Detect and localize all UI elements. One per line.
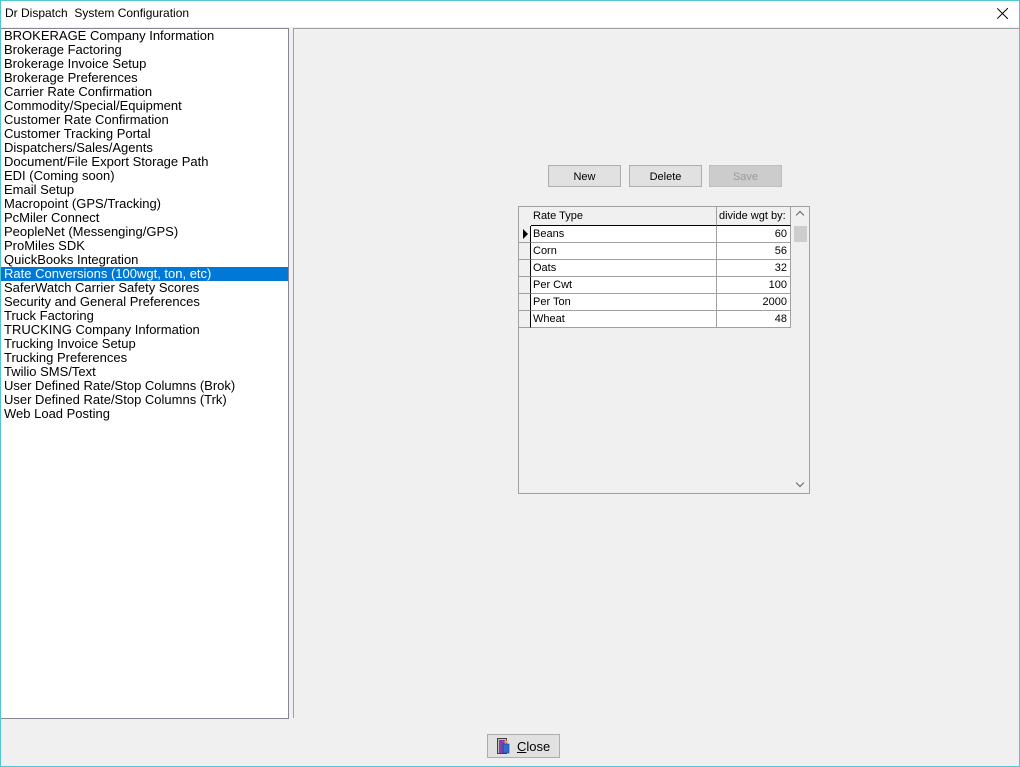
close-button-label: Close (517, 739, 551, 754)
sidebar-item[interactable]: QuickBooks Integration (1, 253, 288, 267)
sidebar-item[interactable]: User Defined Rate/Stop Columns (Trk) (1, 393, 288, 407)
cell-divisor[interactable]: 56 (717, 243, 791, 260)
grid-row[interactable]: Oats 32 (519, 260, 791, 277)
sidebar-item[interactable]: Trucking Invoice Setup (1, 337, 288, 351)
sidebar-item[interactable]: PeopleNet (Messenging/GPS) (1, 225, 288, 239)
cell-divisor[interactable]: 100 (717, 277, 791, 294)
exit-door-icon (497, 738, 510, 754)
sidebar-item[interactable]: TRUCKING Company Information (1, 323, 288, 337)
sidebar-item[interactable]: Brokerage Invoice Setup (1, 57, 288, 71)
cell-divisor[interactable]: 60 (717, 226, 791, 243)
sidebar-item[interactable]: BROKERAGE Company Information (1, 29, 288, 43)
row-selector[interactable] (519, 311, 531, 328)
sidebar-item[interactable]: Web Load Posting (1, 407, 288, 421)
grid-row[interactable]: Beans 60 (519, 226, 791, 243)
sidebar-item[interactable]: EDI (Coming soon) (1, 169, 288, 183)
scroll-up-icon[interactable] (792, 207, 809, 224)
grid-row[interactable]: Per Cwt 100 (519, 277, 791, 294)
scroll-down-icon[interactable] (792, 476, 809, 493)
cell-divisor[interactable]: 32 (717, 260, 791, 277)
sidebar-item[interactable]: Email Setup (1, 183, 288, 197)
window-title: Dr Dispatch System Configuration (5, 6, 190, 20)
grid-vertical-scrollbar[interactable] (792, 207, 809, 493)
sidebar-item[interactable]: Truck Factoring (1, 309, 288, 323)
sidebar-item[interactable]: Brokerage Preferences (1, 71, 288, 85)
delete-button[interactable]: Delete (629, 165, 702, 187)
scroll-thumb[interactable] (794, 226, 807, 242)
row-selector[interactable] (519, 277, 531, 294)
cell-rate-type[interactable]: Per Cwt (531, 277, 717, 294)
row-selector[interactable] (519, 294, 531, 311)
cell-rate-type[interactable]: Wheat (531, 311, 717, 328)
config-window: Dr Dispatch System Configuration BROKERA… (0, 0, 1020, 767)
rate-conversion-grid[interactable]: Rate Type divide wgt by: Beans 60 Corn 56 Oa… (518, 206, 810, 494)
sidebar-item[interactable]: PcMiler Connect (1, 211, 288, 225)
sidebar-item[interactable]: Customer Rate Confirmation (1, 113, 288, 127)
save-button[interactable]: Save (709, 165, 782, 187)
cell-rate-type[interactable]: Corn (531, 243, 717, 260)
cell-divisor[interactable]: 48 (717, 311, 791, 328)
sidebar-item[interactable]: Brokerage Factoring (1, 43, 288, 57)
grid-row[interactable]: Per Ton 2000 (519, 294, 791, 311)
sidebar-item[interactable]: Trucking Preferences (1, 351, 288, 365)
cell-divisor[interactable]: 2000 (717, 294, 791, 311)
cell-rate-type[interactable]: Oats (531, 260, 717, 277)
sidebar-item[interactable]: Customer Tracking Portal (1, 127, 288, 141)
grid-row[interactable]: Wheat 48 (519, 311, 791, 328)
cell-rate-type[interactable]: Beans (531, 226, 717, 243)
sidebar-item[interactable]: User Defined Rate/Stop Columns (Brok) (1, 379, 288, 393)
column-header-rate-type[interactable]: Rate Type (531, 207, 717, 226)
column-header-divisor[interactable]: divide wgt by: (717, 207, 791, 226)
window-close-icon[interactable] (993, 4, 1013, 24)
sidebar-item[interactable]: Document/File Export Storage Path (1, 155, 288, 169)
cell-rate-type[interactable]: Per Ton (531, 294, 717, 311)
row-selector[interactable] (519, 260, 531, 277)
sidebar-item[interactable]: Carrier Rate Confirmation (1, 85, 288, 99)
sidebar-item[interactable]: Macropoint (GPS/Tracking) (1, 197, 288, 211)
current-row-indicator-icon[interactable] (519, 226, 531, 243)
sidebar-item[interactable]: Security and General Preferences (1, 295, 288, 309)
sidebar-item[interactable]: Rate Conversions (100wgt, ton, etc) (1, 267, 288, 281)
sidebar-item[interactable]: Dispatchers/Sales/Agents (1, 141, 288, 155)
close-button[interactable]: Close (487, 734, 560, 758)
sidebar-item[interactable]: Commodity/Special/Equipment (1, 99, 288, 113)
row-selector[interactable] (519, 243, 531, 260)
config-category-list[interactable]: BROKERAGE Company Information Brokerage F… (1, 28, 289, 719)
sidebar-item[interactable]: SaferWatch Carrier Safety Scores (1, 281, 288, 295)
sidebar-item[interactable]: ProMiles SDK (1, 239, 288, 253)
new-button[interactable]: New (548, 165, 621, 187)
grid-row[interactable]: Corn 56 (519, 243, 791, 260)
title-bar[interactable]: Dr Dispatch System Configuration (1, 1, 1019, 27)
sidebar-item[interactable]: Twilio SMS/Text (1, 365, 288, 379)
